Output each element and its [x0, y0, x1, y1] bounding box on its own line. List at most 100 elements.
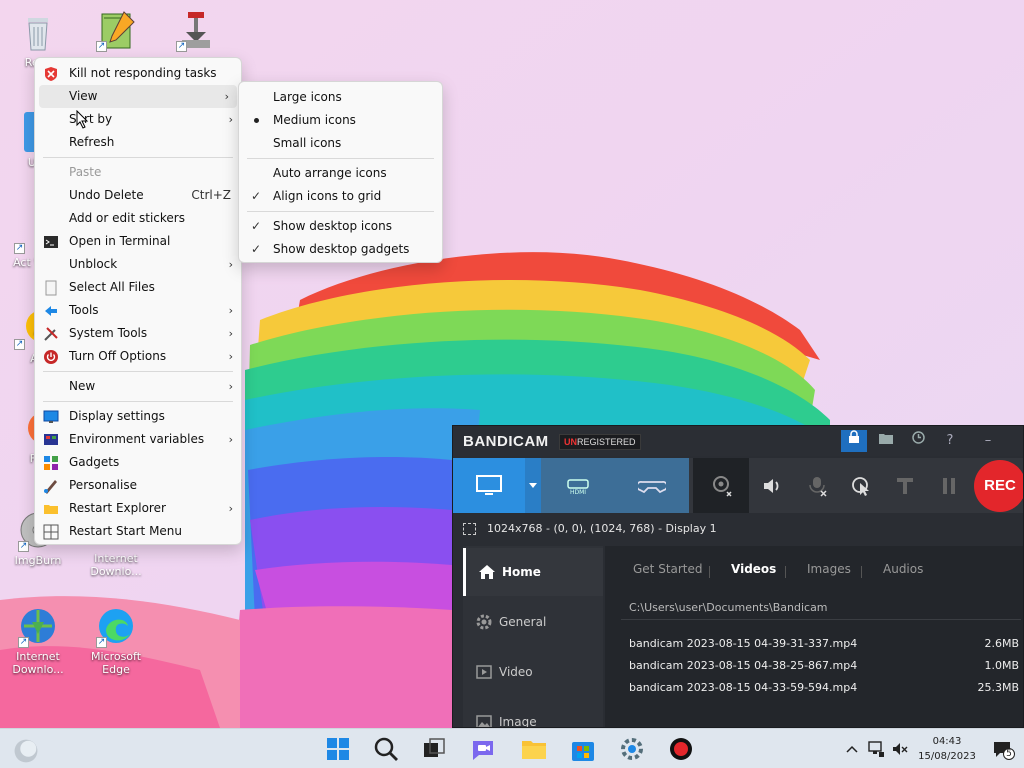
desktop-icon-internet-download-manager[interactable]: ↗ Internet Downlo...	[6, 604, 70, 676]
desktop-icon-idm-top[interactable]: Internet Downlo...	[84, 552, 148, 578]
radio-bullet-icon	[254, 118, 259, 123]
desktop-icon-microsoft-edge[interactable]: ↗ Microsoft Edge	[84, 604, 148, 676]
desktop-icon-notepad-plus[interactable]: ↗	[84, 8, 148, 54]
taskbar: 04:43 15/08/2023 5	[0, 728, 1024, 768]
tab-videos[interactable]: Videos	[731, 562, 776, 576]
pause-icon[interactable]	[929, 458, 969, 513]
bandicam-window: BANDICAM UNREGISTERED ? – HDMI REC 1024x…	[452, 425, 1024, 728]
minimize-icon[interactable]: –	[975, 430, 1001, 452]
microsoft-store-icon[interactable]	[567, 733, 599, 765]
mouse-cursor-icon	[76, 110, 89, 129]
menu-item-new[interactable]: New ›	[35, 375, 241, 398]
bandicam-titlebar[interactable]: BANDICAM UNREGISTERED ? –	[453, 426, 1023, 456]
power-icon	[44, 350, 58, 364]
webcam-off-button[interactable]	[693, 458, 749, 513]
tab-get-started[interactable]: Get Started	[633, 562, 703, 576]
menu-item-small-icons[interactable]: Small icons	[239, 132, 442, 155]
notification-center-icon[interactable]: 5	[992, 739, 1016, 760]
video-file-row[interactable]: bandicam 2023-08-15 04-39-31-337.mp4 2.6…	[629, 637, 1019, 655]
menu-item-label: Undo Delete	[69, 188, 144, 202]
folder-icon[interactable]	[873, 430, 899, 452]
menu-item-medium-icons[interactable]: Medium icons	[239, 109, 442, 132]
menu-item-undo-delete[interactable]: Undo Delete Ctrl+Z	[35, 184, 241, 207]
menu-item-paste[interactable]: Paste	[35, 161, 241, 184]
text-overlay-icon[interactable]	[885, 458, 925, 513]
menu-item-display-settings[interactable]: Display settings	[35, 405, 241, 428]
lock-icon[interactable]	[841, 430, 867, 452]
menu-item-show-desktop-gadgets[interactable]: ✓ Show desktop gadgets	[239, 238, 442, 261]
notification-count-badge: 5	[1003, 748, 1015, 760]
game-mode-button[interactable]	[615, 458, 689, 513]
mouse-click-effect-icon[interactable]	[841, 458, 881, 513]
video-file-row[interactable]: bandicam 2023-08-15 04-33-59-594.mp4 25.…	[629, 681, 1019, 699]
menu-item-stickers[interactable]: Add or edit stickers	[35, 207, 241, 230]
tab-audios[interactable]: Audios	[883, 562, 923, 576]
hdmi-mode-button[interactable]: HDMI	[541, 458, 615, 513]
volume-muted-icon[interactable]	[890, 739, 910, 759]
screen-mode-button[interactable]	[453, 458, 525, 513]
network-icon[interactable]	[866, 739, 886, 759]
sidebar-item-home[interactable]: Home	[463, 548, 603, 596]
sidebar-item-label: General	[499, 615, 547, 629]
checkmark-icon: ✓	[251, 189, 262, 203]
output-folder-path[interactable]: C:\Users\user\Documents\Bandicam	[629, 601, 828, 614]
desktop-icon-installer[interactable]: ↗	[164, 8, 228, 54]
menu-item-unblock[interactable]: Unblock ›	[35, 253, 241, 276]
speaker-icon[interactable]	[753, 458, 793, 513]
path-divider	[621, 619, 1021, 620]
menu-item-gadgets[interactable]: Gadgets	[35, 451, 241, 474]
taskbar-clock[interactable]: 04:43 15/08/2023	[912, 734, 982, 764]
menu-item-view[interactable]: View ›	[39, 85, 237, 108]
start-menu-icon	[43, 524, 59, 540]
screen-mode-dropdown[interactable]	[525, 458, 541, 513]
unregistered-badge[interactable]: UNREGISTERED	[559, 434, 641, 450]
menu-item-label: Tools	[69, 303, 99, 317]
bandicam-taskbar-icon[interactable]	[665, 733, 697, 765]
sidebar-item-video[interactable]: Video	[463, 648, 603, 696]
gadgets-icon	[44, 456, 58, 470]
microphone-off-icon[interactable]	[797, 458, 837, 513]
menu-item-kill-tasks[interactable]: Kill not responding tasks	[35, 62, 241, 85]
video-file-row[interactable]: bandicam 2023-08-15 04-38-25-867.mp4 1.0…	[629, 659, 1019, 677]
sidebar-item-image[interactable]: Image	[463, 698, 603, 727]
gear-icon	[476, 614, 492, 630]
start-button-windows-icon[interactable]	[322, 733, 354, 765]
record-button[interactable]: REC	[974, 460, 1023, 512]
menu-item-turn-off-options[interactable]: Turn Off Options ›	[35, 345, 241, 368]
sidebar-item-general[interactable]: General	[463, 598, 603, 646]
menu-item-label: View	[69, 89, 98, 103]
menu-item-align-to-grid[interactable]: ✓ Align icons to grid	[239, 185, 442, 208]
file-explorer-icon[interactable]	[518, 733, 550, 765]
menu-item-select-all-files[interactable]: Select All Files	[35, 276, 241, 299]
menu-item-show-desktop-icons[interactable]: ✓ Show desktop icons	[239, 215, 442, 238]
capture-area-icon	[463, 523, 476, 535]
menu-item-label: Restart Explorer	[69, 501, 166, 515]
menu-item-system-tools[interactable]: System Tools ›	[35, 322, 241, 345]
widgets-weather-icon[interactable]	[10, 735, 38, 763]
menu-item-open-terminal[interactable]: Open in Terminal	[35, 230, 241, 253]
menu-item-personalise[interactable]: Personalise	[35, 474, 241, 497]
file-size: 1.0MB	[984, 659, 1019, 672]
chevron-up-icon[interactable]	[842, 739, 862, 759]
capture-area-text: 1024x768 - (0, 0), (1024, 768) - Display…	[487, 522, 717, 535]
tab-images[interactable]: Images	[807, 562, 851, 576]
explorer-icon	[44, 505, 58, 514]
history-clock-icon[interactable]	[905, 430, 931, 452]
installer-icon: ↗	[174, 8, 218, 52]
task-view-icon[interactable]	[418, 733, 450, 765]
menu-item-restart-explorer[interactable]: Restart Explorer ›	[35, 497, 241, 520]
menu-item-sort-by[interactable]: Sort by ›	[35, 108, 241, 131]
desktop-icon-label: ImgBurn	[14, 554, 62, 567]
chevron-right-icon: ›	[228, 350, 233, 363]
search-icon[interactable]	[370, 733, 402, 765]
settings-gear-icon[interactable]	[616, 733, 648, 765]
help-icon[interactable]: ?	[937, 430, 963, 452]
teams-chat-icon[interactable]	[467, 733, 499, 765]
menu-item-environment-variables[interactable]: Environment variables ›	[35, 428, 241, 451]
menu-item-refresh[interactable]: Refresh	[35, 131, 241, 154]
menu-item-restart-start-menu[interactable]: Restart Start Menu	[35, 520, 241, 543]
menu-item-auto-arrange[interactable]: Auto arrange icons	[239, 162, 442, 185]
menu-item-large-icons[interactable]: Large icons	[239, 86, 442, 109]
menu-item-label: Select All Files	[69, 280, 155, 294]
menu-item-tools[interactable]: Tools ›	[35, 299, 241, 322]
